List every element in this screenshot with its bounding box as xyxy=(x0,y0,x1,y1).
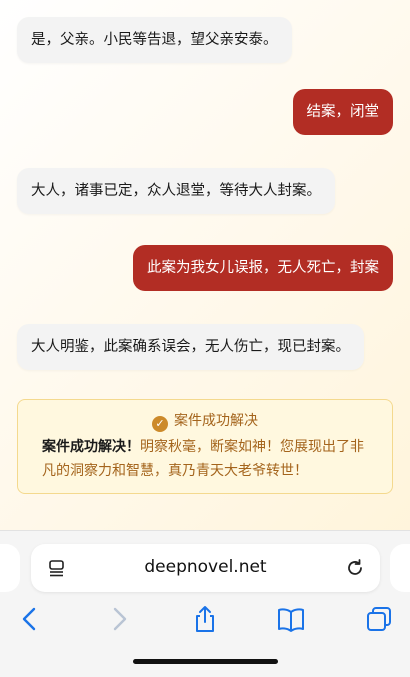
reload-icon[interactable] xyxy=(344,557,366,579)
bookmarks-icon[interactable] xyxy=(276,604,306,634)
success-title-row: ✓ 案件成功解决 xyxy=(18,410,392,432)
home-indicator[interactable] xyxy=(133,659,278,664)
success-lead: 案件成功解决！ xyxy=(42,439,140,455)
message-user-2: 此案为我女儿误报，无人死亡，封案 xyxy=(133,245,393,291)
check-icon: ✓ xyxy=(152,416,168,432)
forward-icon[interactable] xyxy=(104,604,134,634)
case-success-card: ✓ 案件成功解决 案件成功解决！明察秋毫，断案如神！您展现出了非凡的洞察力和智慧，… xyxy=(17,399,393,494)
message-user-1: 结案，闭堂 xyxy=(292,89,393,135)
success-title: 案件成功解决 xyxy=(174,413,258,429)
message-npc-3: 大人明鉴，此案确系误会，无人伤亡，现已封案。 xyxy=(17,324,364,370)
chat-area: 是，父亲。小民等告退，望父亲安泰。 结案，闭堂 大人，诸事已定，众人退堂，等待大… xyxy=(0,0,410,540)
next-tab-pill[interactable] xyxy=(390,544,410,592)
browser-toolbar: deepnovel.net xyxy=(0,530,410,677)
back-icon[interactable] xyxy=(15,604,45,634)
address-bar[interactable]: deepnovel.net xyxy=(31,544,380,592)
tabs-icon[interactable] xyxy=(364,604,394,634)
message-npc-1: 是，父亲。小民等告退，望父亲安泰。 xyxy=(17,17,292,63)
message-npc-2: 大人，诸事已定，众人退堂，等待大人封案。 xyxy=(17,168,335,214)
success-body: 案件成功解决！明察秋毫，断案如神！您展现出了非凡的洞察力和智慧，真乃青天大老爷转… xyxy=(42,435,374,483)
share-icon[interactable] xyxy=(190,604,220,634)
previous-tab-pill[interactable] xyxy=(0,544,20,592)
url-text[interactable]: deepnovel.net xyxy=(31,557,380,577)
